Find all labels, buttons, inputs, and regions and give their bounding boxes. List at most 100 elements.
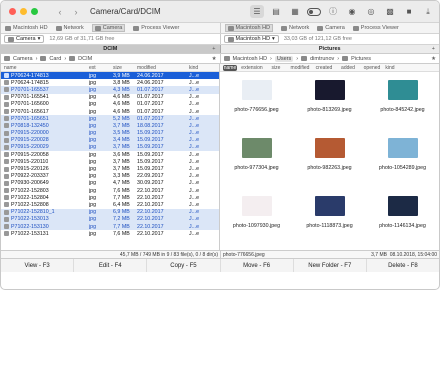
table-row[interactable]: P70701-165541 jpg 4,6 MB 01.07.2017 J...e bbox=[1, 94, 219, 101]
thumbnail-item[interactable]: photo-982263.jpeg bbox=[293, 138, 366, 196]
file-name: P71022-153131 bbox=[11, 230, 49, 237]
grid-view-icon[interactable]: ▦ bbox=[288, 5, 302, 18]
minimize-window-button[interactable] bbox=[20, 8, 27, 15]
table-row[interactable]: P70701-165651 jpg 5,2 MB 01.07.2017 J...e bbox=[1, 115, 219, 123]
col-header-added[interactable]: added bbox=[336, 65, 360, 71]
move-button[interactable]: Move - F6 bbox=[221, 259, 294, 272]
col-header-kind[interactable]: kind bbox=[189, 65, 211, 71]
fav-network[interactable]: Network bbox=[55, 25, 84, 31]
fav-network[interactable]: Network bbox=[281, 25, 309, 31]
fav-process-viewer[interactable]: Process Viewer bbox=[352, 25, 399, 31]
col-header-name[interactable]: name bbox=[1, 65, 89, 71]
col-header-name[interactable]: name bbox=[223, 64, 237, 71]
table-row[interactable]: P71022-153013 jpg 7,2 MB 22.10.2017 J...e bbox=[1, 215, 219, 223]
col-header-size[interactable]: size bbox=[264, 65, 288, 71]
fav-camera[interactable]: Camera bbox=[317, 25, 345, 31]
col-header-kind[interactable]: kind bbox=[384, 65, 396, 71]
file-size: 4,6 MB bbox=[113, 108, 130, 115]
table-row[interactable]: P70915-220000 jpg 3,5 MB 15.09.2017 J...e bbox=[1, 129, 219, 137]
col-header-opened[interactable]: opened bbox=[360, 65, 384, 71]
thumbnail-item[interactable]: photo-1146134.jpeg bbox=[366, 196, 439, 250]
table-row[interactable]: P70915-220029 jpg 3,7 MB 15.09.2017 J...e bbox=[1, 143, 219, 152]
table-row[interactable]: P70701-165537 jpg 4,3 MB 01.07.2017 J...e bbox=[1, 86, 219, 94]
table-row[interactable]: P70915-220028 jpg 3,4 MB 15.09.2017 J...e bbox=[1, 136, 219, 144]
table-row[interactable]: P71022-152810_1 jpg 6,9 MB 22.10.2017 J...e bbox=[1, 208, 219, 216]
new-tab-button[interactable]: + bbox=[212, 45, 215, 54]
table-row[interactable]: P70701-165600 jpg 4,6 MB 01.07.2017 J...e bbox=[1, 101, 219, 108]
edit-button[interactable]: Edit - F4 bbox=[74, 259, 148, 272]
file-modified: 15.09.2017 bbox=[137, 158, 164, 165]
fav-macintosh-hd[interactable]: Macintosh HD bbox=[5, 25, 48, 31]
table-row[interactable]: P70624-174815 jpg 3,8 MB 24.06.2017 J...e bbox=[1, 79, 219, 86]
binoculars-icon[interactable]: ◎ bbox=[364, 5, 378, 18]
drive-selector-left[interactable]: Camera ▾ bbox=[4, 35, 45, 43]
fav-macintosh-hd[interactable]: Macintosh HD bbox=[224, 24, 274, 32]
breadcrumb-item[interactable]: Users bbox=[274, 55, 294, 62]
image-file-icon bbox=[4, 166, 9, 172]
star-icon[interactable]: ★ bbox=[212, 56, 217, 62]
thumbnail-item[interactable]: photo-813269.jpeg bbox=[293, 80, 366, 138]
terminal-icon[interactable]: ▩ bbox=[383, 5, 397, 18]
copy-button[interactable]: Copy - F5 bbox=[147, 259, 221, 272]
drive-selector-right[interactable]: Macintosh HD ▾ bbox=[223, 35, 279, 43]
col-header-created[interactable]: created bbox=[312, 65, 336, 71]
tab-pictures[interactable]: Pictures + bbox=[220, 45, 439, 54]
thumbnail-item[interactable]: photo-1097930.jpeg bbox=[220, 196, 293, 250]
list-view-icon[interactable]: ☰ bbox=[250, 5, 264, 18]
file-size: 4,6 MB bbox=[113, 94, 130, 101]
folder-icon bbox=[40, 56, 47, 61]
table-row[interactable]: P70915-220126 jpg 3,7 MB 15.09.2017 J...e bbox=[1, 165, 219, 172]
fav-process-viewer[interactable]: Process Viewer bbox=[133, 25, 179, 31]
file-ext: jpg bbox=[89, 122, 97, 129]
table-row[interactable]: P70624-174813 jpg 3,9 MB 24.06.2017 J...e bbox=[1, 72, 219, 80]
table-row[interactable]: P71022-152803 jpg 7,6 MB 22.10.2017 J...e bbox=[1, 187, 219, 194]
zoom-window-button[interactable] bbox=[31, 8, 38, 15]
table-row[interactable]: P70930-200649 jpg 4,7 MB 30.09.2017 J...e bbox=[1, 180, 219, 187]
thumbnail-caption: photo-1097930.jpeg bbox=[232, 223, 281, 229]
breadcrumb-item[interactable]: Macintosh HD bbox=[233, 56, 268, 62]
table-row[interactable]: P71022-152808 jpg 6,4 MB 22.10.2017 J...e bbox=[1, 201, 219, 208]
col-header-modified[interactable]: modified bbox=[137, 65, 189, 71]
thumbnail-item[interactable]: photo-845242.jpeg bbox=[366, 80, 439, 138]
col-header-extension[interactable]: extension bbox=[240, 65, 264, 71]
breadcrumb-item[interactable]: dimtrunov bbox=[310, 56, 334, 62]
download-icon[interactable]: ⤓ bbox=[421, 5, 435, 18]
breadcrumb-item[interactable]: DCIM bbox=[78, 56, 92, 62]
col-header-size[interactable]: size bbox=[113, 65, 137, 71]
table-row[interactable]: P71022-153130 jpg 7,7 MB 22.10.2017 J...e bbox=[1, 222, 219, 231]
back-button[interactable]: ‹ bbox=[52, 6, 68, 18]
table-row[interactable]: P70818-132450 jpg 3,7 MB 18.08.2017 J...e bbox=[1, 122, 219, 130]
folder-icon[interactable]: ■ bbox=[402, 5, 416, 18]
table-row[interactable]: P70915-220058 jpg 3,6 MB 15.09.2017 J...e bbox=[1, 151, 219, 158]
fav-camera[interactable]: Camera bbox=[91, 24, 126, 32]
thumbnail-item[interactable]: photo-1054289.jpeg bbox=[366, 138, 439, 196]
table-row[interactable]: P70922-203337 jpg 3,3 MB 22.09.2017 J...e bbox=[1, 173, 219, 180]
breadcrumb-item[interactable]: Pictures bbox=[351, 56, 371, 62]
new-tab-button[interactable]: + bbox=[432, 45, 435, 54]
eye-icon[interactable]: ◉ bbox=[345, 5, 359, 18]
star-icon[interactable]: ★ bbox=[431, 56, 436, 62]
breadcrumb-item[interactable]: Camera bbox=[13, 56, 33, 62]
columns-view-icon[interactable]: ▤ bbox=[269, 5, 283, 18]
thumbnail-item[interactable]: photo-977304.jpeg bbox=[220, 138, 293, 196]
toggle-icon[interactable] bbox=[307, 5, 321, 18]
col-header-modified[interactable]: modified bbox=[288, 65, 312, 71]
table-row[interactable]: P70915-220110 jpg 3,7 MB 15.09.2017 J...e bbox=[1, 158, 219, 165]
info-icon[interactable]: ⓘ bbox=[326, 5, 340, 18]
close-window-button[interactable] bbox=[9, 8, 16, 15]
file-kind: J...e bbox=[189, 144, 200, 151]
breadcrumb-item[interactable]: Card bbox=[49, 56, 61, 62]
file-name: P70701-165617 bbox=[11, 108, 49, 115]
tab-dcim[interactable]: DCIM + bbox=[1, 45, 221, 53]
thumbnail-item[interactable]: photo-776656.jpeg bbox=[220, 80, 293, 138]
delete-button[interactable]: Delete - F8 bbox=[367, 259, 439, 272]
image-file-icon bbox=[4, 159, 9, 165]
col-header-ext[interactable]: ext bbox=[89, 65, 113, 71]
table-row[interactable]: P71022-153131 jpg 7,6 MB 22.10.2017 J...e bbox=[1, 230, 219, 237]
table-row[interactable]: P70701-165617 jpg 4,6 MB 01.07.2017 J...e bbox=[1, 108, 219, 115]
table-row[interactable]: P71022-152804 jpg 7,7 MB 22.10.2017 J...e bbox=[1, 194, 219, 201]
view-button[interactable]: View - F3 bbox=[1, 259, 75, 272]
forward-button[interactable]: › bbox=[68, 6, 84, 18]
new-folder-button[interactable]: New Folder - F7 bbox=[294, 259, 367, 272]
thumbnail-item[interactable]: photo-1118873.jpeg bbox=[293, 196, 366, 250]
